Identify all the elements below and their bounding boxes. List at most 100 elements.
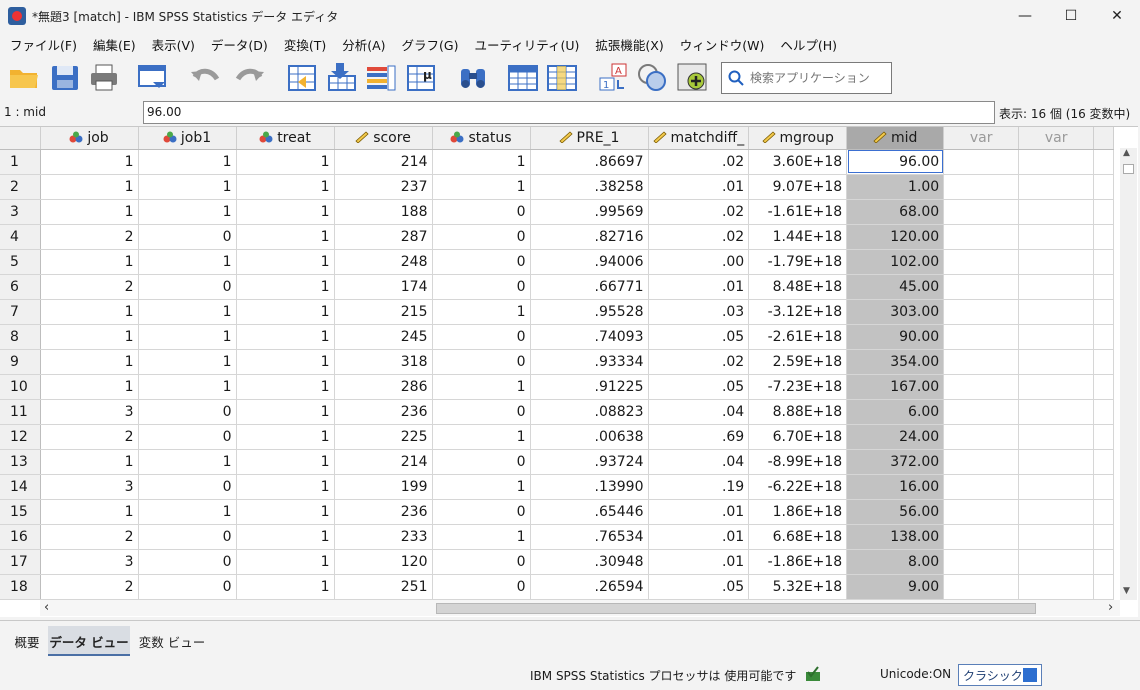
data-cell[interactable]: 1 [40, 349, 139, 375]
goto-variable-icon[interactable] [326, 60, 358, 94]
find-binoculars-icon[interactable] [457, 60, 489, 94]
data-cell[interactable]: 1 [236, 549, 335, 575]
data-cell[interactable]: .30948 [530, 549, 649, 575]
data-cell[interactable]: 0 [138, 424, 237, 450]
data-cell[interactable]: 248 [334, 249, 433, 275]
row-number[interactable]: 16 [0, 524, 41, 550]
insert-variable-icon[interactable] [546, 60, 578, 94]
data-cell[interactable]: 120 [334, 549, 433, 575]
empty-var-cell[interactable] [1018, 249, 1095, 275]
row-number[interactable]: 4 [0, 224, 41, 250]
data-cell[interactable]: 188 [334, 199, 433, 225]
column-header-job[interactable]: job [40, 127, 139, 150]
data-cell[interactable]: 2 [40, 274, 139, 300]
data-cell[interactable]: .01 [648, 499, 750, 525]
data-cell[interactable]: 1 [138, 349, 237, 375]
data-cell[interactable]: 1 [138, 374, 237, 400]
data-cell[interactable]: .01 [648, 274, 750, 300]
column-header-pre_1[interactable]: PRE_1 [530, 127, 649, 150]
data-cell[interactable]: 1 [432, 424, 531, 450]
row-number[interactable]: 1 [0, 149, 41, 175]
row-number[interactable]: 5 [0, 249, 41, 275]
empty-var-cell[interactable] [943, 374, 1020, 400]
data-cell[interactable]: .26594 [530, 574, 649, 600]
data-cell[interactable]: 354.00 [846, 349, 945, 375]
data-cell[interactable]: 1 [432, 299, 531, 325]
row-number[interactable]: 7 [0, 299, 41, 325]
vertical-scrollbar[interactable]: ▲ ▼ [1120, 148, 1137, 600]
column-header-mid[interactable]: mid [846, 127, 945, 150]
column-header-mgroup[interactable]: mgroup [748, 127, 848, 150]
tab-data-view[interactable]: データ ビュー [48, 626, 130, 656]
data-cell[interactable]: .04 [648, 399, 750, 425]
scroll-right-arrow[interactable]: › [1108, 600, 1113, 615]
data-cell[interactable]: 2.59E+18 [748, 349, 848, 375]
data-cell[interactable]: 0 [432, 499, 531, 525]
data-cell[interactable]: 24.00 [846, 424, 945, 450]
data-cell[interactable]: 102.00 [846, 249, 945, 275]
row-number[interactable]: 13 [0, 449, 41, 475]
empty-var-cell[interactable] [1018, 449, 1095, 475]
data-cell[interactable]: 1 [432, 174, 531, 200]
data-cell[interactable]: 0 [432, 349, 531, 375]
split-file-icon[interactable]: A1 [598, 60, 630, 94]
data-cell[interactable]: 1 [138, 199, 237, 225]
data-cell[interactable]: 1 [432, 474, 531, 500]
empty-var-cell[interactable] [943, 224, 1020, 250]
data-cell[interactable]: .01 [648, 174, 750, 200]
data-cell[interactable]: 0 [138, 224, 237, 250]
data-cell[interactable]: 96.00 [846, 149, 945, 175]
empty-var-cell[interactable] [1018, 324, 1095, 350]
data-cell[interactable]: 9.07E+18 [748, 174, 848, 200]
empty-var-cell[interactable] [943, 299, 1020, 325]
undo-icon[interactable] [189, 60, 221, 94]
data-cell[interactable]: .38258 [530, 174, 649, 200]
data-cell[interactable]: 1 [40, 199, 139, 225]
print-icon[interactable] [88, 60, 120, 94]
data-cell[interactable]: 1 [236, 149, 335, 175]
empty-var-cell[interactable] [1018, 574, 1095, 600]
close-button[interactable]: ✕ [1094, 0, 1140, 32]
data-cell[interactable]: 5.32E+18 [748, 574, 848, 600]
row-number[interactable]: 14 [0, 474, 41, 500]
empty-var-cell[interactable] [1018, 349, 1095, 375]
empty-var-cell[interactable] [943, 424, 1020, 450]
data-cell[interactable]: .65446 [530, 499, 649, 525]
data-cell[interactable]: 1 [236, 199, 335, 225]
data-cell[interactable]: .05 [648, 374, 750, 400]
maximize-button[interactable]: ☐ [1048, 0, 1094, 32]
insert-cases-icon[interactable] [507, 60, 539, 94]
data-cell[interactable]: .05 [648, 324, 750, 350]
data-cell[interactable]: .08823 [530, 399, 649, 425]
data-cell[interactable]: .19 [648, 474, 750, 500]
search-input[interactable] [748, 70, 888, 86]
open-folder-icon[interactable] [8, 60, 40, 94]
data-cell[interactable]: 1 [432, 374, 531, 400]
data-cell[interactable]: 2 [40, 424, 139, 450]
data-cell[interactable]: 1 [40, 299, 139, 325]
data-cell[interactable]: 236 [334, 499, 433, 525]
data-cell[interactable]: .02 [648, 349, 750, 375]
data-cell[interactable]: -1.86E+18 [748, 549, 848, 575]
empty-var-cell[interactable] [943, 399, 1020, 425]
tab-overview[interactable]: 概要 [8, 626, 46, 656]
data-cell[interactable]: .03 [648, 299, 750, 325]
data-cell[interactable]: 1 [138, 174, 237, 200]
data-cell[interactable]: 1 [138, 299, 237, 325]
corner-cell[interactable] [0, 127, 41, 150]
empty-var-cell[interactable] [943, 349, 1020, 375]
data-cell[interactable]: 138.00 [846, 524, 945, 550]
data-cell[interactable]: 0 [432, 249, 531, 275]
data-cell[interactable]: .82716 [530, 224, 649, 250]
recall-dialog-icon[interactable] [137, 60, 169, 94]
data-cell[interactable]: .93334 [530, 349, 649, 375]
row-number[interactable]: 17 [0, 549, 41, 575]
tab-variable-view[interactable]: 変数 ビュー [134, 626, 210, 656]
data-cell[interactable]: 1.00 [846, 174, 945, 200]
data-cell[interactable]: -3.12E+18 [748, 299, 848, 325]
data-cell[interactable]: 1 [138, 149, 237, 175]
descriptives-icon[interactable]: μ [405, 60, 437, 94]
row-number[interactable]: 8 [0, 324, 41, 350]
data-cell[interactable]: .00638 [530, 424, 649, 450]
data-cell[interactable]: 0 [432, 574, 531, 600]
